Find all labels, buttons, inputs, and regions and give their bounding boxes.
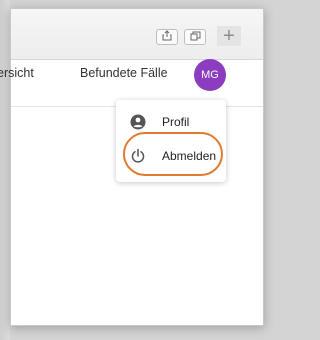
- nav-overview-link[interactable]: ersicht: [0, 66, 34, 80]
- account-circle-icon: [128, 112, 148, 132]
- tabs-icon: [190, 31, 201, 44]
- menu-item-label: Profil: [162, 115, 190, 129]
- backdrop-edge: [0, 0, 10, 340]
- menu-item-profile[interactable]: Profil: [116, 106, 226, 138]
- avatar[interactable]: MG: [194, 59, 226, 91]
- share-button[interactable]: [156, 29, 178, 45]
- browser-toolbar: +: [11, 9, 263, 60]
- user-menu-dropdown: Profil Abmelden: [116, 100, 226, 182]
- new-tab-button[interactable]: +: [217, 26, 241, 46]
- nav-cases-link[interactable]: Befundete Fälle: [80, 66, 168, 80]
- tabs-overview-button[interactable]: [184, 29, 206, 45]
- menu-item-logout[interactable]: Abmelden: [116, 140, 226, 172]
- share-icon: [162, 30, 172, 44]
- menu-item-label: Abmelden: [162, 149, 217, 163]
- power-icon: [128, 146, 148, 166]
